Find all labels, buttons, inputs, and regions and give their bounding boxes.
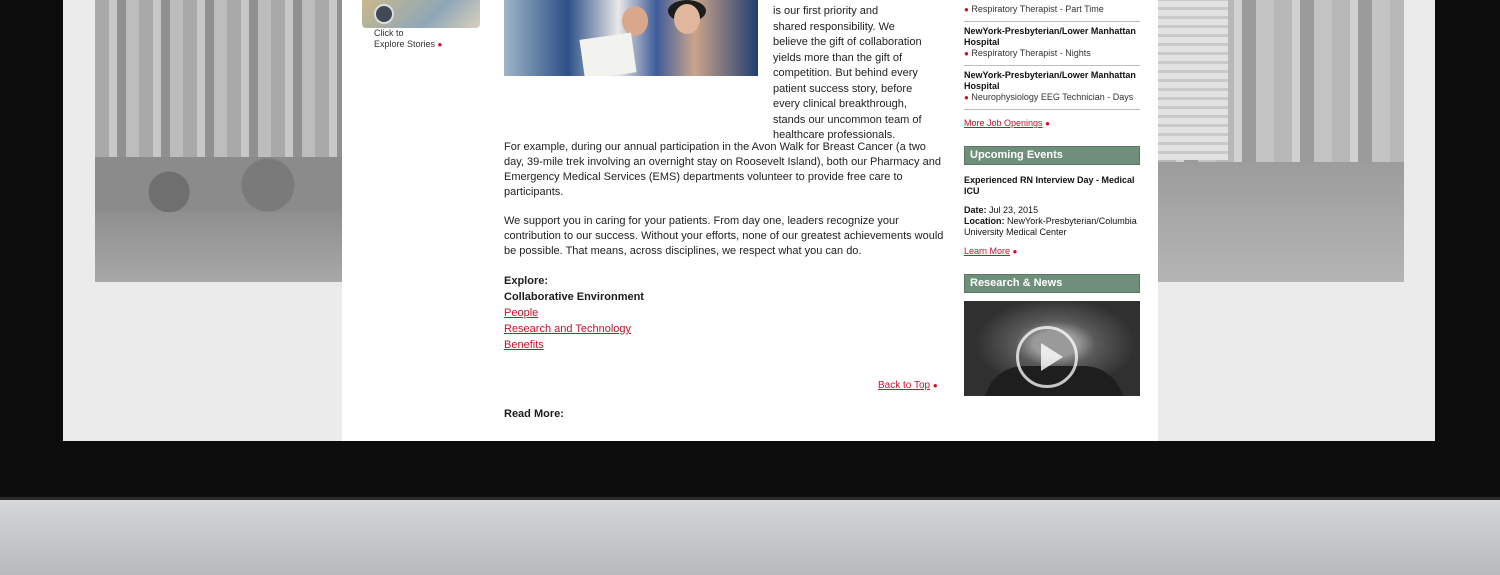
intro-line: is our first priority and	[773, 5, 879, 17]
job-title: Respiratory Therapist - Part Time	[971, 4, 1104, 14]
job-location: NewYork-Presbyterian/Lower Manhattan Hos…	[964, 26, 1136, 47]
river-shape	[95, 212, 342, 282]
bullet-icon: ●	[932, 381, 938, 390]
bullet-icon: ●	[964, 5, 969, 14]
explore-link-research[interactable]: Research and Technology	[504, 323, 631, 335]
more-job-openings-label: More Job Openings	[964, 118, 1043, 128]
job-item[interactable]: ● Respiratory Therapist - Part Time	[964, 0, 1140, 22]
explore-stories-link[interactable]: Click to Explore Stories ●	[374, 28, 494, 50]
intro-line: competition. But behind every	[773, 67, 918, 79]
bullet-icon: ●	[964, 49, 969, 58]
learn-more-link[interactable]: Learn More ●	[964, 246, 1140, 256]
nurses-photo	[504, 0, 758, 76]
bullet-icon: ●	[964, 93, 969, 102]
event-date: Jul 23, 2015	[989, 205, 1039, 215]
explore-link-benefits[interactable]: Benefits	[504, 339, 544, 351]
job-location: NewYork-Presbyterian/Lower Manhattan Hos…	[964, 70, 1136, 91]
explore-label-line1: Click to	[374, 28, 404, 38]
back-to-top-label: Back to Top	[878, 380, 931, 391]
explore-label-line2: Explore Stories	[374, 39, 436, 49]
explore-list: Explore: Collaborative Environment Peopl…	[504, 273, 944, 353]
monitor-screen: Click to Explore Stories ● is our first …	[63, 0, 1435, 441]
monitor-chin	[0, 500, 1500, 575]
building-shape	[1158, 0, 1228, 160]
explore-stories-card[interactable]	[362, 0, 482, 30]
location-label: Location:	[964, 216, 1005, 226]
map-compass-image	[362, 0, 480, 28]
intro-line: stands our uncommon team of	[773, 113, 922, 126]
intro-line: every clinical breakthrough,	[773, 98, 907, 110]
compass-icon	[374, 4, 394, 24]
research-news-heading: Research & News	[964, 274, 1140, 293]
intro-line: shared responsibility. We	[773, 20, 895, 33]
intro-line: patient success story, before	[773, 82, 913, 95]
upcoming-events-heading: Upcoming Events	[964, 146, 1140, 165]
intro-text: is our first priority and shared respons…	[773, 4, 953, 144]
explore-current-item: Collaborative Environment	[504, 291, 644, 303]
video-thumbnail[interactable]	[964, 301, 1140, 396]
event-meta: Date: Jul 23, 2015 Location: NewYork-Pre…	[964, 205, 1140, 238]
paragraph: We support you in caring for your patien…	[504, 215, 944, 257]
paper-shape	[579, 32, 637, 76]
river-shape	[1158, 162, 1404, 282]
explore-link-people[interactable]: People	[504, 307, 538, 319]
sidebar: ● Respiratory Therapist - Part Time NewY…	[964, 0, 1140, 396]
back-to-top-link[interactable]: Back to Top ●	[878, 380, 938, 391]
face-shape	[622, 6, 648, 36]
read-more-heading: Read More:	[504, 408, 564, 420]
event-title[interactable]: Experienced RN Interview Day - Medical I…	[964, 175, 1140, 197]
play-icon[interactable]	[1016, 326, 1078, 388]
intro-line: yields more than the gift of	[773, 51, 903, 64]
bullet-icon: ●	[437, 40, 443, 49]
article-body: For example, during our annual participa…	[504, 140, 944, 353]
more-job-openings-link[interactable]: More Job Openings ●	[964, 118, 1140, 128]
city-photo-right	[1158, 0, 1404, 282]
intro-line: believe the gift of collaboration	[773, 36, 922, 48]
bullet-icon: ●	[1045, 119, 1050, 128]
job-item[interactable]: NewYork-Presbyterian/Lower Manhattan Hos…	[964, 22, 1140, 66]
job-title: Respiratory Therapist - Nights	[971, 48, 1091, 58]
explore-heading: Explore:	[504, 275, 549, 287]
bullet-icon: ●	[1012, 247, 1018, 256]
job-item[interactable]: NewYork-Presbyterian/Lower Manhattan Hos…	[964, 66, 1140, 110]
job-title: Neurophysiology EEG Technician - Days	[971, 92, 1134, 102]
date-label: Date:	[964, 205, 987, 215]
face-shape	[674, 4, 700, 34]
learn-more-label: Learn More	[964, 246, 1011, 256]
main-content: Click to Explore Stories ● is our first …	[342, 0, 1158, 441]
city-photo-left	[95, 0, 342, 282]
paragraph: For example, during our annual participa…	[504, 141, 941, 198]
